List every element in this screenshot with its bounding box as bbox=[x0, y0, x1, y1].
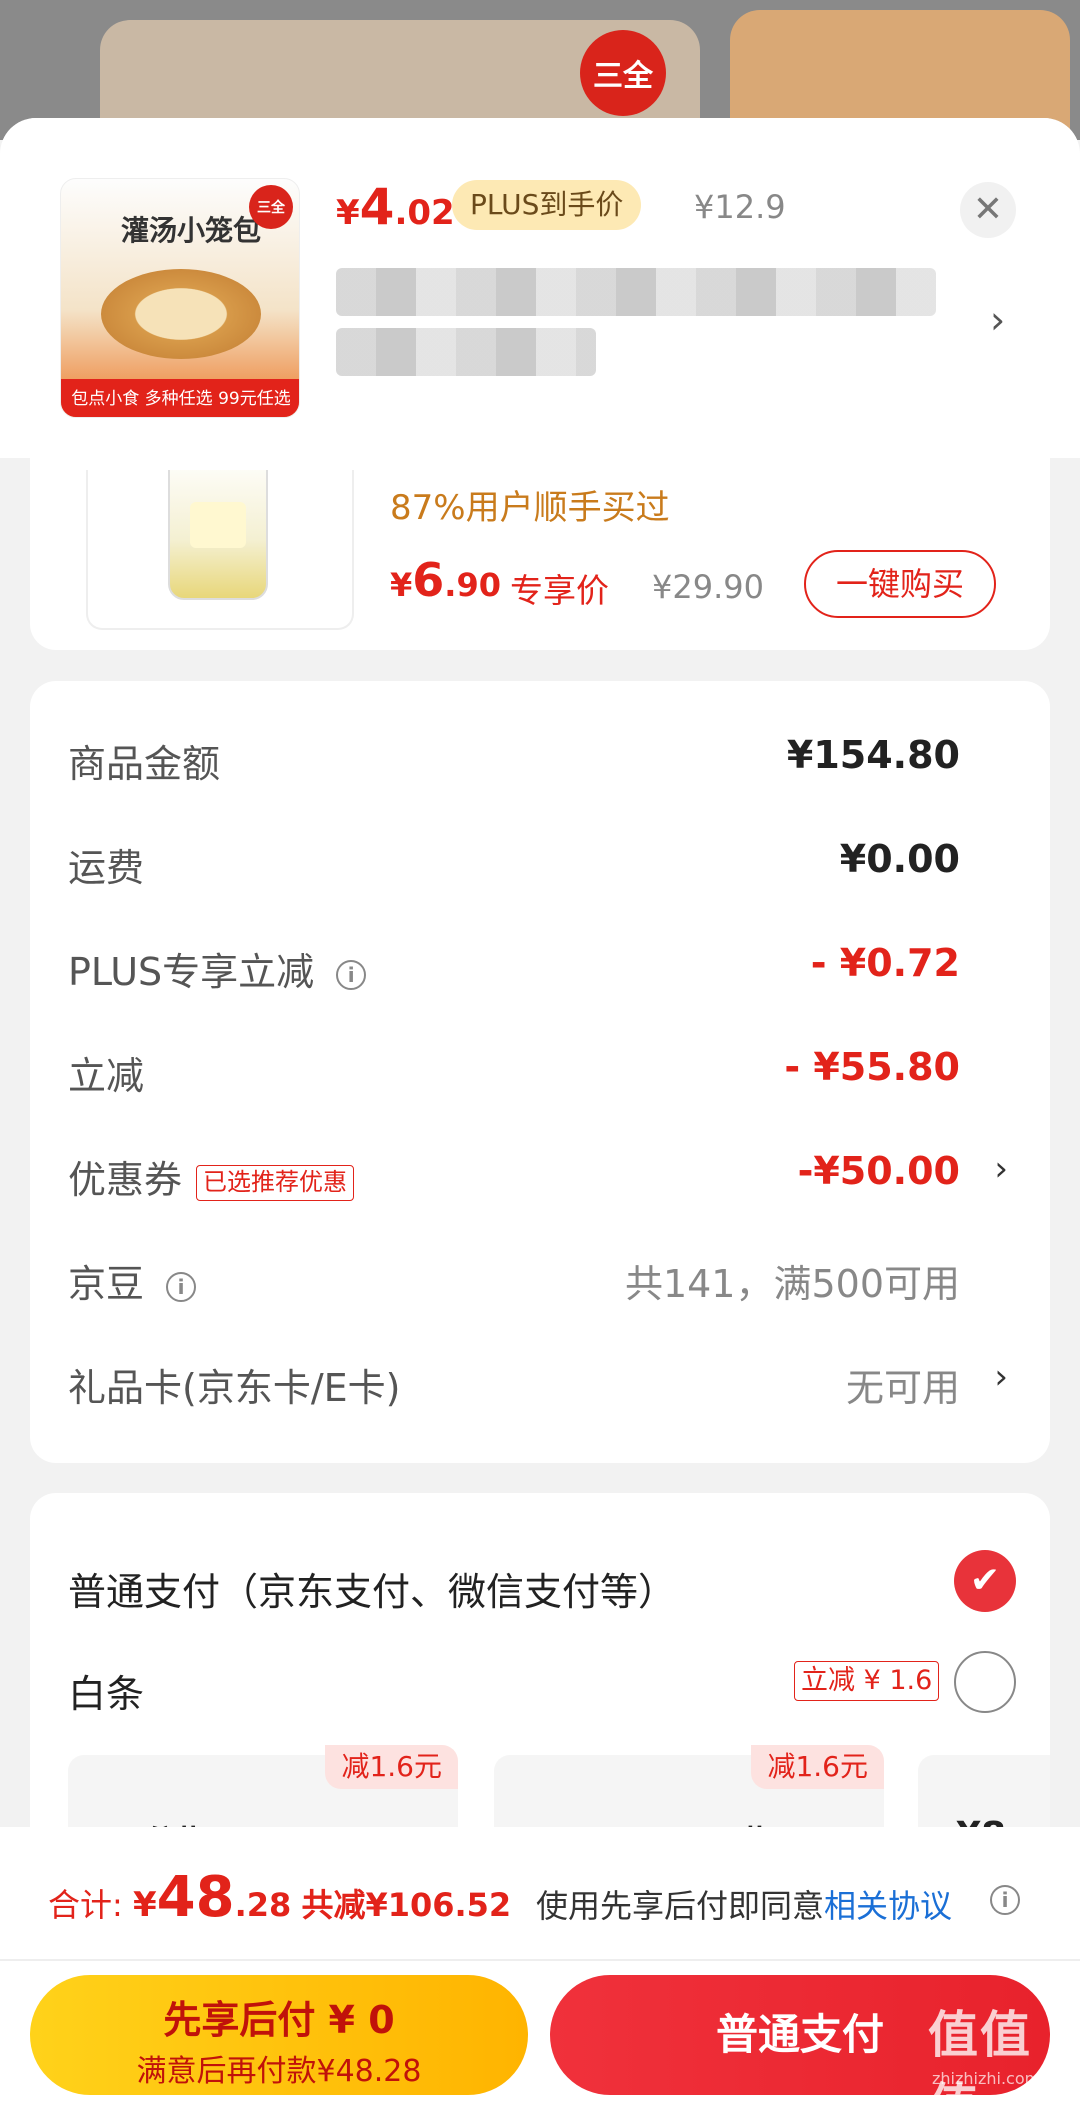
summary-row-instant-discount: 立减 - ¥55.80 bbox=[68, 1045, 960, 1098]
bottle-image bbox=[168, 470, 268, 600]
summary-row-plus-discount: PLUS专享立减 i - ¥0.72 bbox=[68, 941, 960, 994]
chevron-right-icon: › bbox=[994, 1149, 1008, 1189]
payment-option-normal[interactable]: 普通支付（京东支付、微信支付等） bbox=[68, 1561, 676, 1616]
watermark-logo: 值值值 bbox=[928, 2006, 1032, 2107]
thumbnail-logo: 三全 bbox=[249, 185, 293, 229]
summary-row-coupon[interactable]: 优惠券 已选推荐优惠 -¥50.00 › bbox=[68, 1141, 1038, 1202]
product-name-blurred bbox=[336, 268, 956, 388]
one-click-buy-button[interactable]: 一键购买 bbox=[804, 550, 996, 618]
plus-price-tag: PLUS到手价 bbox=[452, 180, 642, 230]
divider bbox=[0, 1959, 1080, 1961]
close-button[interactable]: ✕ bbox=[960, 182, 1016, 238]
coupon-selected-tag: 已选推荐优惠 bbox=[196, 1164, 355, 1201]
agreement-text: 使用先享后付即同意相关协议 bbox=[536, 1887, 953, 1925]
recommended-product-image[interactable] bbox=[86, 470, 354, 630]
baitiao-discount-tag: 立减 ¥ 1.6 bbox=[794, 1661, 940, 1701]
info-icon[interactable]: i bbox=[990, 1885, 1020, 1915]
watermark-url: zhizhizhi.com bbox=[932, 2069, 1041, 2088]
summary-row-shipping: 运费 ¥0.00 bbox=[68, 837, 960, 890]
original-price: ¥12.9 bbox=[694, 188, 786, 226]
close-icon: ✕ bbox=[972, 189, 1004, 230]
brand-logo: 三全 bbox=[580, 30, 666, 116]
header-price: ¥4.02 bbox=[336, 178, 455, 236]
pay-later-button[interactable]: 先享后付 ¥ 0 满意后再付款¥48.28 bbox=[30, 1975, 528, 2095]
checkout-sheet: 灌汤小笼包 三全 包点小食 多种任选 99元任选12件 ¥4.02 PLUS到手… bbox=[0, 118, 1080, 2107]
exclusive-price-label: 专享价 bbox=[510, 571, 609, 610]
summary-row-goods-amount: 商品金额 ¥154.80 bbox=[68, 733, 960, 786]
chevron-right-icon[interactable]: › bbox=[990, 298, 1005, 342]
dumpling-image bbox=[101, 269, 261, 359]
info-icon[interactable]: i bbox=[166, 1271, 197, 1302]
total-saved: 共减¥106.52 bbox=[301, 1886, 512, 1924]
info-icon[interactable]: i bbox=[336, 959, 367, 990]
checked-icon[interactable]: ✔ bbox=[954, 1550, 1016, 1612]
sheet-header: 灌汤小笼包 三全 包点小食 多种任选 99元任选12件 ¥4.02 PLUS到手… bbox=[0, 118, 1080, 458]
order-total: 合计: ¥48.28 共减¥106.52 bbox=[48, 1865, 512, 1930]
agreement-link[interactable]: 相关协议 bbox=[824, 1887, 952, 1925]
thumbnail-title: 灌汤小笼包 bbox=[121, 214, 262, 247]
thumbnail-badge: 包点小食 多种任选 99元任选12件 bbox=[61, 379, 299, 417]
recommended-original-price: ¥29.90 bbox=[652, 568, 764, 606]
bottom-action-bar: 合计: ¥48.28 共减¥106.52 使用先享后付即同意相关协议 i 先享后… bbox=[0, 1827, 1080, 2107]
order-summary-card: 商品金额 ¥154.80 运费 ¥0.00 PLUS专享立减 i - ¥0.72 … bbox=[30, 681, 1050, 1463]
summary-row-jd-beans: 京豆 i 共141，满500可用 bbox=[68, 1262, 960, 1306]
chevron-right-icon: › bbox=[994, 1357, 1008, 1397]
summary-row-gift-card[interactable]: 礼品卡(京东卡/E卡) 无可用 › bbox=[68, 1349, 1038, 1410]
payment-option-baitiao[interactable]: 白条 bbox=[68, 1663, 144, 1718]
bought-together-text: 87%用户顺手买过 bbox=[390, 488, 670, 528]
product-thumbnail[interactable]: 灌汤小笼包 三全 包点小食 多种任选 99元任选12件 bbox=[60, 178, 300, 418]
unchecked-radio-icon[interactable] bbox=[954, 1651, 1016, 1713]
recommended-price: ¥6.90 bbox=[390, 553, 501, 607]
